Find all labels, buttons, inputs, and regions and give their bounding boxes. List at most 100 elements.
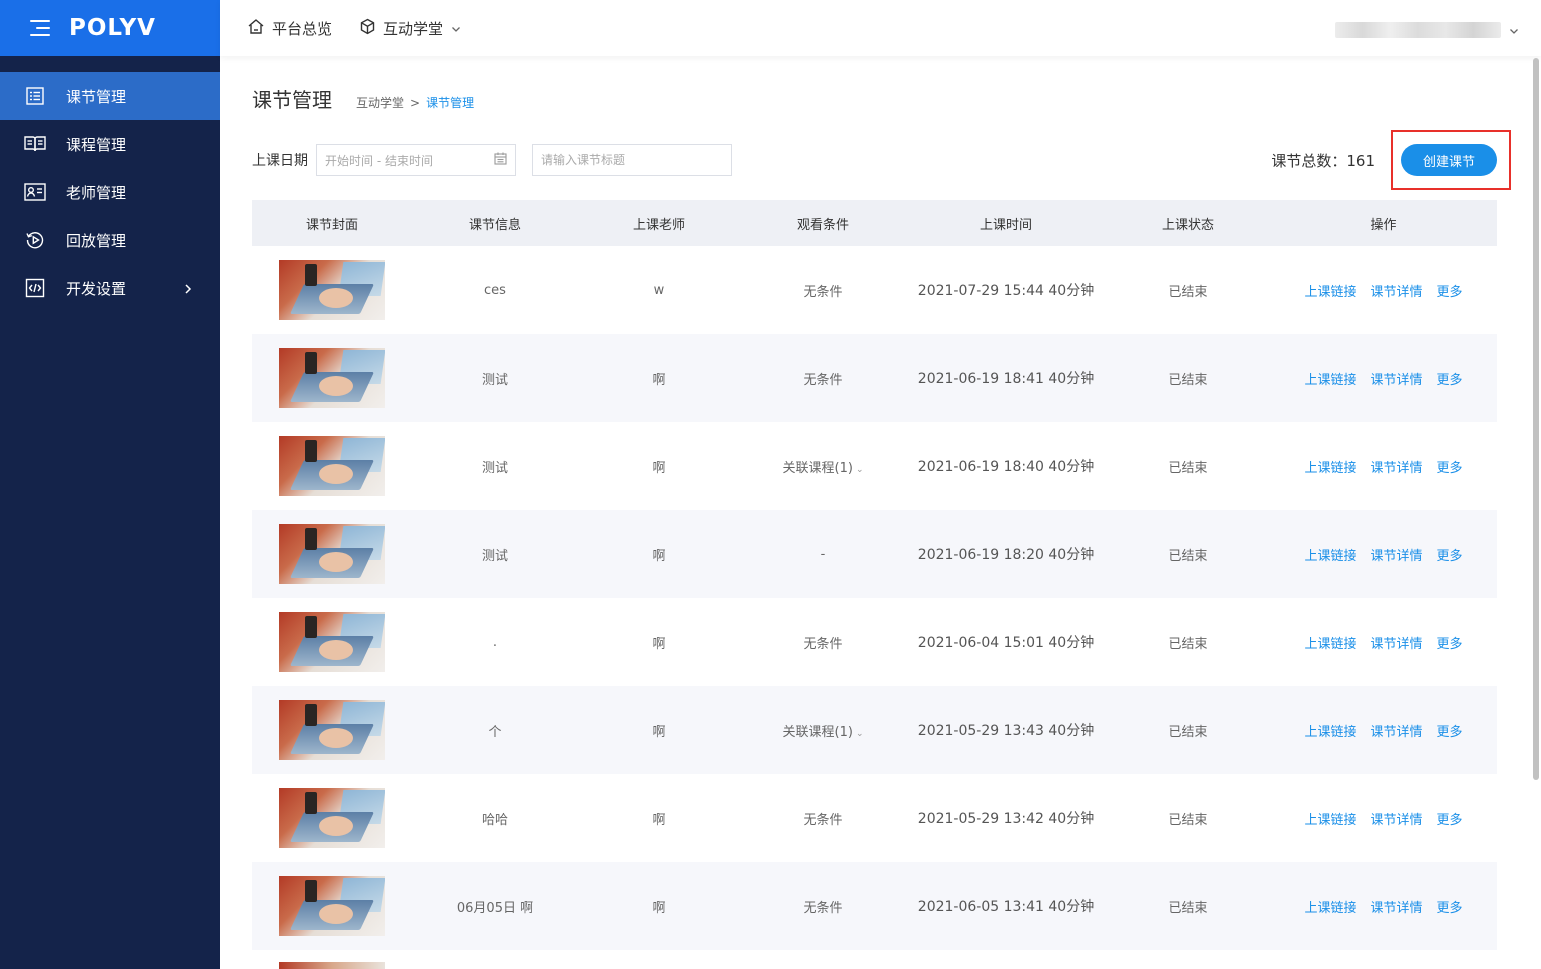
lesson-status: 已结束 xyxy=(1168,724,1208,740)
lessons-table: 课节封面 课节信息 上课老师 观看条件 上课时间 上课状态 操作 ces w 无条件… xyxy=(252,200,1497,969)
lesson-time: 2021-06-04 15:01 40分钟 xyxy=(917,635,1095,651)
lesson-teacher: 啊 xyxy=(652,372,666,388)
top-nav-classroom[interactable]: 互动学堂 xyxy=(359,18,468,39)
watch-condition[interactable]: 关联课程(1) ⌄ xyxy=(740,457,906,476)
lesson-teacher: w xyxy=(653,282,665,298)
date-range-picker[interactable]: 开始时间 - 结束时间 xyxy=(316,144,516,176)
create-lesson-button[interactable]: 创建课节 xyxy=(1401,144,1497,176)
date-label: 上课日期 xyxy=(252,153,308,169)
sidebar-item-dev-settings[interactable]: 开发设置 xyxy=(0,264,220,312)
row-actions: 上课链接 课节详情 更多 xyxy=(1270,281,1497,300)
lesson-cover-image[interactable] xyxy=(279,348,385,408)
user-menu[interactable] xyxy=(1335,20,1519,39)
row-actions: 上课链接 课节详情 更多 xyxy=(1270,457,1497,476)
lesson-time: 2021-06-19 18:20 40分钟 xyxy=(917,547,1095,563)
cube-icon xyxy=(359,18,383,39)
top-nav-overview[interactable]: 平台总览 xyxy=(247,18,332,39)
lesson-detail-button[interactable]: 课节详情 xyxy=(1370,637,1422,652)
row-actions: 上课链接 课节详情 更多 xyxy=(1270,545,1497,564)
lesson-teacher: 啊 xyxy=(652,548,666,564)
more-button[interactable]: 更多 xyxy=(1437,461,1463,476)
lesson-info: 哈哈 xyxy=(481,812,508,828)
page-title: 课节管理 xyxy=(252,88,332,112)
sidebar-item-replay[interactable]: 回放管理 xyxy=(0,216,220,264)
cover-cell xyxy=(252,788,412,848)
sidebar-item-courses[interactable]: 课程管理 xyxy=(0,120,220,168)
cover-cell xyxy=(252,348,412,408)
lesson-teacher: 啊 xyxy=(652,724,666,740)
lesson-status: 已结束 xyxy=(1168,812,1208,828)
breadcrumb-separator: > xyxy=(410,96,421,110)
lesson-time: 2021-05-29 13:42 40分钟 xyxy=(917,811,1095,827)
table-row: 06月05日 啊 啊 无条件 2021-06-05 13:41 40分钟 已结束 上课链接… xyxy=(252,862,1497,950)
lesson-info: ces xyxy=(484,282,506,298)
more-button[interactable]: 更多 xyxy=(1437,901,1463,916)
menu-toggle-icon[interactable] xyxy=(30,20,50,36)
more-button[interactable]: 更多 xyxy=(1437,285,1463,300)
row-actions: 上课链接 课节详情 更多 xyxy=(1270,897,1497,916)
replay-icon xyxy=(24,229,46,251)
lesson-cover-image[interactable] xyxy=(279,436,385,496)
lesson-detail-button[interactable]: 课节详情 xyxy=(1370,373,1422,388)
sidebar-item-label: 课程管理 xyxy=(66,135,127,154)
lesson-detail-button[interactable]: 课节详情 xyxy=(1370,901,1422,916)
watch-condition: 无条件 xyxy=(740,809,906,828)
watch-condition-label: 无条件 xyxy=(803,636,843,652)
more-button[interactable]: 更多 xyxy=(1437,725,1463,740)
page-scrollbar[interactable] xyxy=(1533,58,1539,780)
lesson-cover-image[interactable] xyxy=(279,260,385,320)
lesson-status: 已结束 xyxy=(1168,372,1208,388)
lesson-cover-image[interactable] xyxy=(279,788,385,848)
lesson-detail-button[interactable]: 课节详情 xyxy=(1370,549,1422,564)
class-link-button[interactable]: 上课链接 xyxy=(1304,725,1356,740)
class-link-button[interactable]: 上课链接 xyxy=(1304,285,1356,300)
breadcrumb-parent[interactable]: 互动学堂 xyxy=(356,96,404,110)
more-button[interactable]: 更多 xyxy=(1437,549,1463,564)
watch-condition[interactable]: 关联课程(1) ⌄ xyxy=(740,721,906,740)
more-button[interactable]: 更多 xyxy=(1437,637,1463,652)
class-link-button[interactable]: 上课链接 xyxy=(1304,549,1356,564)
class-link-button[interactable]: 上课链接 xyxy=(1304,813,1356,828)
lesson-detail-button[interactable]: 课节详情 xyxy=(1370,461,1422,476)
sidebar-item-lessons[interactable]: 课节管理 xyxy=(0,72,220,120)
class-link-button[interactable]: 上课链接 xyxy=(1304,373,1356,388)
lesson-info: 个 xyxy=(488,724,502,740)
lesson-status: 已结束 xyxy=(1168,636,1208,652)
lesson-cover-image[interactable] xyxy=(279,962,385,969)
class-link-button[interactable]: 上课链接 xyxy=(1304,637,1356,652)
lesson-detail-button[interactable]: 课节详情 xyxy=(1370,285,1422,300)
lesson-time: 2021-06-05 13:41 40分钟 xyxy=(917,899,1095,915)
lesson-cover-image[interactable] xyxy=(279,876,385,936)
chevron-down-icon: ⌄ xyxy=(855,464,864,475)
top-nav-overview-label: 平台总览 xyxy=(272,19,333,38)
header-status: 上课状态 xyxy=(1161,217,1214,233)
cover-cell xyxy=(252,876,412,936)
watch-condition-label: 无条件 xyxy=(803,812,843,828)
watch-condition-label: 无条件 xyxy=(803,284,843,300)
create-button-highlight: 创建课节 xyxy=(1391,130,1511,190)
sidebar-item-label: 老师管理 xyxy=(66,183,127,202)
sidebar-item-teachers[interactable]: 老师管理 xyxy=(0,168,220,216)
lesson-cover-image[interactable] xyxy=(279,612,385,672)
lesson-detail-button[interactable]: 课节详情 xyxy=(1370,725,1422,740)
lesson-teacher: 啊 xyxy=(652,900,666,916)
table-row: 测试 啊 无条件 2021-06-19 18:41 40分钟 已结束 上课链接 课节详情 更多 xyxy=(252,334,1497,422)
class-link-button[interactable]: 上课链接 xyxy=(1304,901,1356,916)
more-button[interactable]: 更多 xyxy=(1437,373,1463,388)
header-cover: 课节封面 xyxy=(305,217,358,233)
watch-condition-label: 无条件 xyxy=(803,372,843,388)
more-button[interactable]: 更多 xyxy=(1437,813,1463,828)
id-card-icon xyxy=(24,181,46,203)
lesson-cover-image[interactable] xyxy=(279,524,385,584)
lesson-info: . xyxy=(492,634,498,650)
table-body: ces w 无条件 2021-07-29 15:44 40分钟 已结束 上课链接 课节详情更… xyxy=(252,246,1497,969)
book-icon xyxy=(24,133,46,155)
lesson-detail-button[interactable]: 课节详情 xyxy=(1370,813,1422,828)
lesson-cover-image[interactable] xyxy=(279,700,385,760)
header-ops: 操作 xyxy=(1370,217,1397,233)
lesson-title-search-input[interactable] xyxy=(532,144,732,176)
class-link-button[interactable]: 上课链接 xyxy=(1304,461,1356,476)
lesson-time: 2021-07-29 15:44 40分钟 xyxy=(917,283,1095,299)
row-actions: 上课链接 课节详情 更多 xyxy=(1270,633,1497,652)
row-actions: 上课链接 课节详情 更多 xyxy=(1270,721,1497,740)
